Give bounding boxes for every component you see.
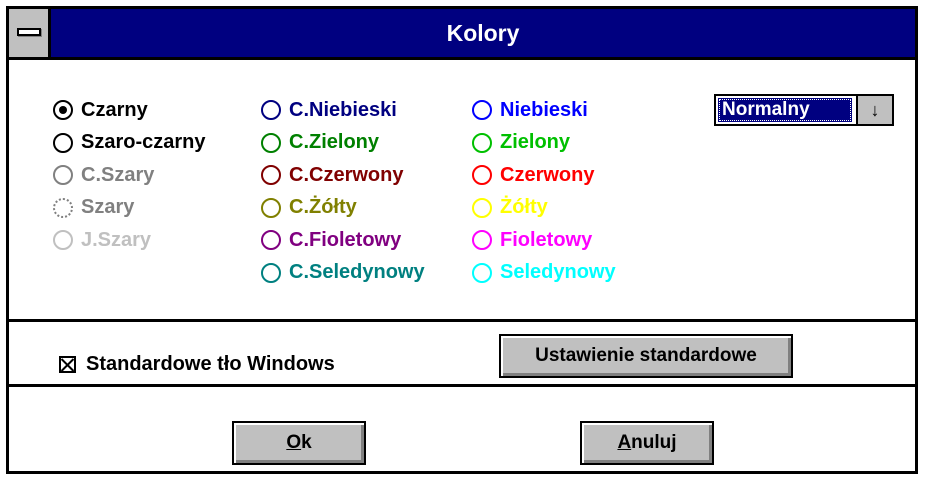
- color-radio-option[interactable]: C.Czerwony: [261, 160, 403, 190]
- cancel-button[interactable]: Anuluj: [580, 421, 714, 465]
- system-menu-icon: [17, 28, 41, 36]
- color-radio-option[interactable]: Fioletowy: [472, 225, 592, 255]
- reset-defaults-button[interactable]: Ustawienie standardowe: [499, 334, 793, 378]
- system-menu-button[interactable]: [9, 9, 51, 57]
- color-radio-option[interactable]: Czarny: [53, 95, 148, 125]
- radio-unchecked-icon: [472, 230, 492, 250]
- divider-top: [9, 319, 915, 322]
- color-radio-option[interactable]: Szaro-czarny: [53, 128, 206, 158]
- checkbox-checked-icon: [59, 355, 76, 373]
- radio-unchecked-icon: [261, 100, 281, 120]
- color-radio-option[interactable]: Szary: [53, 193, 134, 223]
- radio-checked-icon: [53, 100, 73, 120]
- radio-unchecked-icon: [472, 197, 492, 218]
- color-radio-label: Zielony: [500, 131, 571, 153]
- color-radio-option[interactable]: C.Szary: [53, 160, 154, 190]
- color-radio-label: J.Szary: [81, 228, 152, 251]
- radio-unchecked-icon: [53, 165, 73, 185]
- color-radio-label: Niebieski: [500, 98, 588, 121]
- colors-dialog: Kolory Czarny Szaro-czarny C.Szary Szary J.S…: [6, 6, 918, 474]
- color-radio-option[interactable]: C.Niebieski: [261, 95, 397, 125]
- standard-bg-checkbox[interactable]: Standardowe tło Windows: [59, 349, 335, 379]
- color-radio-label: C.Seledynowy: [289, 261, 425, 283]
- radio-unchecked-icon: [261, 230, 281, 250]
- color-radio-label: C.Zielony: [289, 131, 380, 153]
- ok-button[interactable]: Ok: [232, 421, 366, 465]
- color-radio-label: C.Żółty: [289, 196, 357, 218]
- color-radio-label: Czerwony: [500, 163, 595, 186]
- color-radio-option[interactable]: Niebieski: [472, 95, 588, 125]
- color-radio-option[interactable]: J.Szary: [53, 225, 151, 255]
- radio-unchecked-icon: [472, 100, 492, 120]
- color-radio-label: C.Czerwony: [289, 163, 404, 186]
- color-radio-label: Szaro-czarny: [81, 131, 206, 153]
- mode-dropdown[interactable]: Normalny ↓: [714, 94, 894, 126]
- color-radio-option[interactable]: C.Żółty: [261, 193, 357, 223]
- window-title: Kolory: [446, 20, 520, 46]
- cancel-label: Anuluj: [617, 432, 677, 453]
- radio-unchecked-icon: [53, 197, 73, 218]
- divider-bottom: [9, 384, 915, 387]
- color-radio-label: Seledynowy: [500, 261, 616, 283]
- color-radio-label: C.Szary: [81, 163, 155, 186]
- color-radio-option[interactable]: Seledynowy: [472, 258, 616, 288]
- mode-dropdown-value: Normalny: [718, 98, 852, 122]
- color-radio-option[interactable]: Żółty: [472, 193, 548, 223]
- reset-defaults-label: Ustawienie standardowe: [535, 345, 757, 366]
- color-radio-label: C.Niebieski: [289, 98, 397, 121]
- title-bar: Kolory: [9, 9, 915, 60]
- radio-unchecked-icon: [261, 197, 281, 218]
- arrow-down-icon: ↓: [870, 100, 880, 120]
- radio-unchecked-icon: [261, 165, 281, 185]
- dropdown-arrow-button[interactable]: ↓: [856, 96, 892, 124]
- radio-unchecked-icon: [53, 132, 73, 153]
- ok-label: Ok: [286, 432, 312, 453]
- color-radio-label: Fioletowy: [500, 228, 593, 251]
- radio-unchecked-icon: [53, 230, 73, 250]
- standard-bg-label: Standardowe tło Windows: [86, 352, 335, 375]
- color-radio-label: Czarny: [81, 98, 148, 121]
- color-radio-label: Żółty: [500, 196, 548, 218]
- radio-unchecked-icon: [261, 262, 281, 283]
- color-radio-option[interactable]: Czerwony: [472, 160, 594, 190]
- radio-unchecked-icon: [472, 132, 492, 153]
- color-radio-option[interactable]: C.Zielony: [261, 128, 379, 158]
- radio-unchecked-icon: [472, 165, 492, 185]
- color-radio-option[interactable]: Zielony: [472, 128, 570, 158]
- radio-unchecked-icon: [261, 132, 281, 153]
- color-radio-option[interactable]: C.Fioletowy: [261, 225, 401, 255]
- color-radio-label: Szary: [81, 196, 135, 218]
- radio-unchecked-icon: [472, 262, 492, 283]
- color-radio-label: C.Fioletowy: [289, 228, 402, 251]
- color-radio-option[interactable]: C.Seledynowy: [261, 258, 425, 288]
